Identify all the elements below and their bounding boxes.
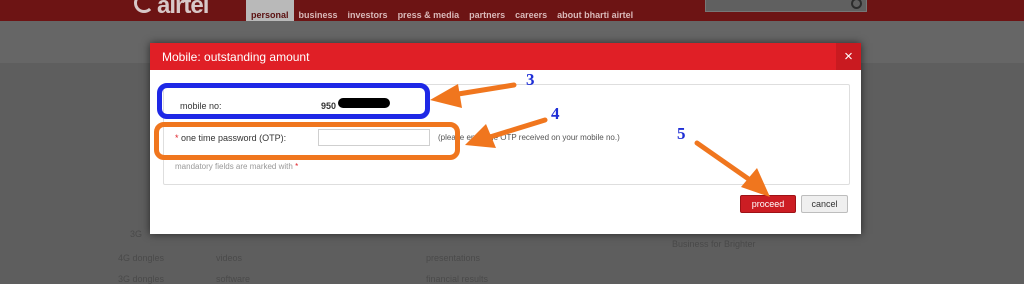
arrow-3	[449, 82, 517, 98]
arrow-5-head	[741, 168, 770, 197]
annotation-arrows	[430, 82, 770, 197]
callout-3: 3	[526, 70, 535, 89]
callout-5: 5	[677, 124, 686, 143]
arrow-3-head	[430, 84, 462, 108]
arrow-5	[694, 140, 753, 183]
arrow-4	[487, 117, 548, 140]
callout-4: 4	[551, 104, 560, 123]
